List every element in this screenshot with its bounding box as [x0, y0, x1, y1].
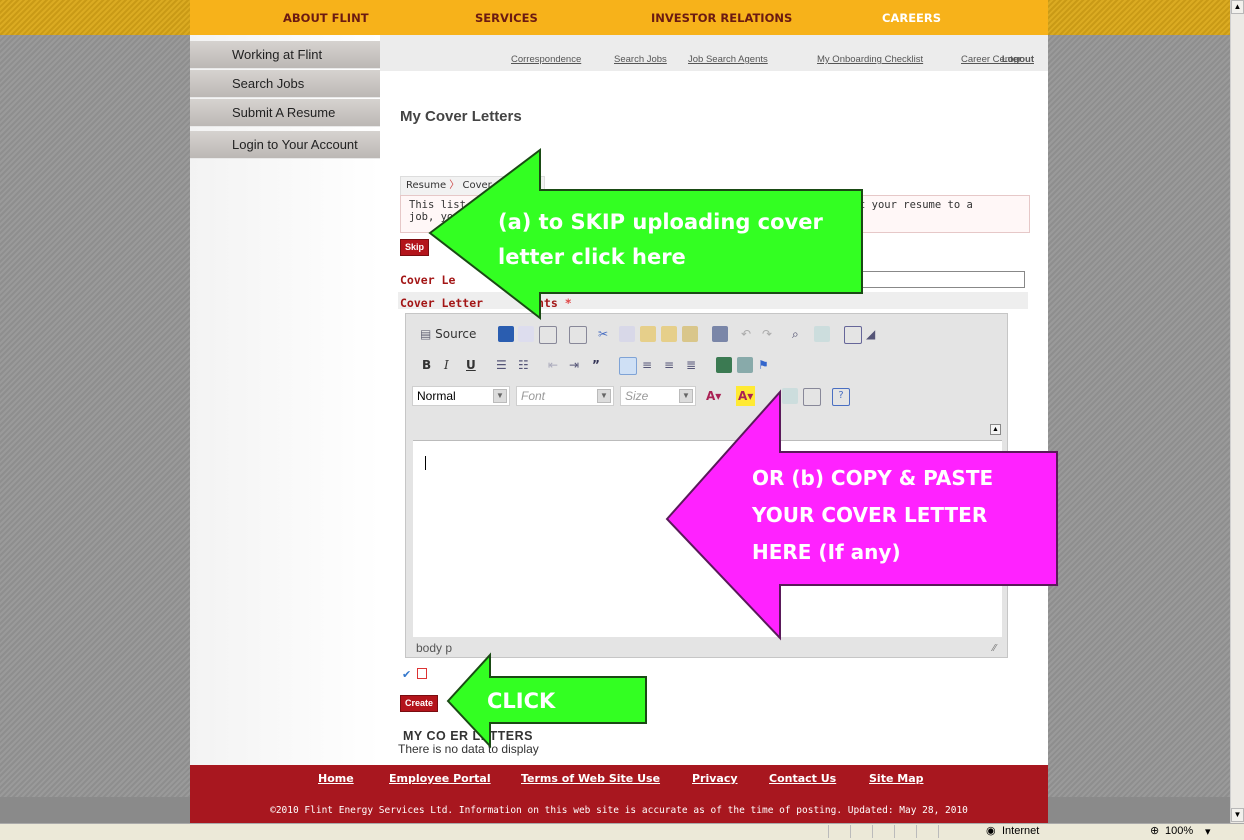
zoom-level[interactable]: 100% — [1165, 825, 1193, 837]
status-cell — [916, 825, 937, 838]
paste-annotation-line3: HERE (If any) — [752, 540, 901, 564]
copyright-text: ©2010 Flint Energy Services Ltd. Informa… — [270, 805, 968, 816]
status-cell — [850, 825, 871, 838]
status-cell — [938, 825, 969, 838]
status-cell — [828, 825, 849, 838]
zoom-icon[interactable]: ⊕ — [1150, 824, 1159, 837]
paste-annotation-line2: YOUR COVER LETTER — [752, 503, 988, 527]
annotation-layer — [428, 147, 1058, 749]
status-cell — [894, 825, 915, 838]
paste-annotation-line1: OR (b) COPY & PASTE — [752, 466, 994, 490]
scroll-up-icon[interactable]: ▲ — [1231, 0, 1244, 14]
globe-icon: ◉ — [986, 825, 996, 837]
skip-annotation-arrow — [428, 147, 863, 321]
window-scrollbar[interactable]: ▲ ▼ — [1230, 0, 1244, 823]
skip-annotation-line2: letter click here — [498, 245, 686, 269]
scroll-down-icon[interactable]: ▼ — [1231, 808, 1244, 822]
status-cell — [872, 825, 893, 838]
skip-annotation-line1: (a) to SKIP uploading cover — [498, 210, 823, 234]
click-annotation-label: CLICK — [487, 689, 556, 713]
security-zone: Internet — [1002, 825, 1040, 837]
chevron-down-icon[interactable]: ▾ — [1205, 825, 1211, 838]
browser-status-bar: ◉ Internet ⊕ 100% ▾ — [0, 823, 1244, 840]
